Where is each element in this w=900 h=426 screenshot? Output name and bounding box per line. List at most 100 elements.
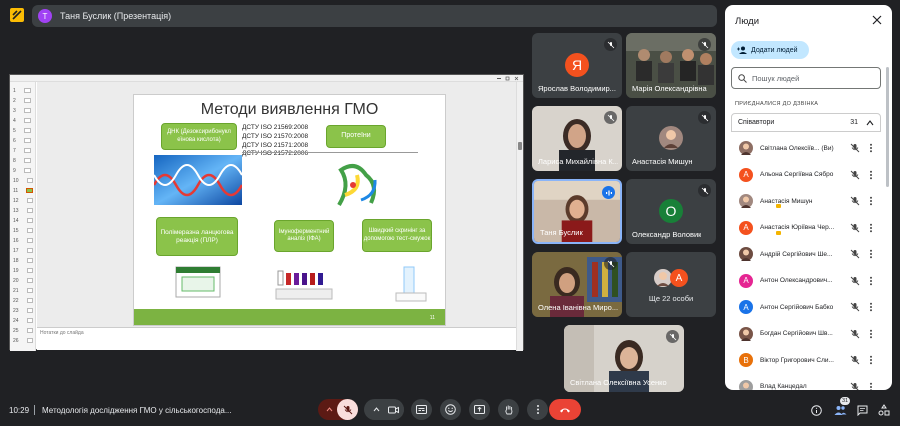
close-icon[interactable] (872, 15, 882, 25)
participant-row[interactable]: А Анастасія Юріївна Чер... (731, 216, 881, 240)
slide-thumbnail[interactable]: 8 (13, 156, 33, 165)
slide-thumbnail[interactable]: 4 (13, 116, 33, 125)
participant-tile-2[interactable]: Марія Олександрівна (626, 33, 716, 98)
slide-thumbnail-preview (23, 88, 31, 93)
captions-button[interactable] (411, 399, 432, 420)
panel-scrollbar[interactable] (886, 67, 889, 187)
more-participants-tile[interactable]: А Ще 22 особи (626, 252, 716, 317)
search-placeholder: Пошук людей (752, 73, 800, 83)
more-vertical-icon[interactable] (866, 302, 876, 312)
slide-divider (242, 152, 418, 153)
participant-row[interactable]: Богдан Сергійович Шв... (731, 322, 881, 346)
slide-thumbnail[interactable]: 25 (13, 326, 33, 335)
participant-row[interactable]: Влад Канцедал (731, 375, 881, 391)
participant-name: Анастасія Мишун (760, 197, 813, 205)
participant-avatar: А (739, 300, 753, 314)
clock: 10:29 (9, 406, 30, 415)
more-vertical-icon[interactable] (866, 382, 876, 391)
slide-thumbnail-preview (26, 308, 33, 313)
slide-thumbnail[interactable]: 26 (13, 336, 33, 345)
participant-row[interactable]: Андрій Сергійович Ше... (731, 242, 881, 266)
slide-thumbnail[interactable]: 19 (13, 266, 33, 275)
slide-thumbnail[interactable]: 21 (13, 286, 33, 295)
search-input[interactable]: Пошук людей (731, 67, 881, 89)
more-options-button[interactable] (527, 399, 548, 420)
mic-off-icon (698, 184, 711, 197)
slide-thumbnail-number: 10 (13, 177, 19, 184)
slide-thumbnail[interactable]: 2 (13, 96, 33, 105)
slide-thumbnail[interactable]: 24 (13, 316, 33, 325)
participant-tile-7[interactable]: Олена Іванівна Миро... (532, 252, 622, 317)
participant-name: Богдан Сергійович Шв... (760, 330, 833, 337)
participant-row[interactable]: Світлана Олексіїв... (Ви) (731, 136, 881, 160)
more-vertical-icon[interactable] (866, 329, 876, 339)
more-vertical-icon (536, 405, 539, 414)
slide-thumbnail-preview (26, 258, 33, 263)
slide-thumbnail[interactable]: 7 (13, 146, 33, 155)
participant-tile-3[interactable]: Лариса Михайлівна К... (532, 106, 622, 171)
slide-thumbnail[interactable]: 1 (13, 86, 33, 95)
more-vertical-icon[interactable] (866, 355, 876, 365)
microphone-button[interactable] (337, 399, 358, 420)
participant-tile-5[interactable]: Таня Буслик (532, 179, 622, 244)
participant-name: Влад Канцедал (760, 383, 807, 390)
slide-thumbnail[interactable]: 6 (13, 136, 33, 145)
slide-thumbnail[interactable]: 15 (13, 226, 33, 235)
reactions-button[interactable] (440, 399, 461, 420)
people-button[interactable] (833, 403, 847, 417)
contributors-group-header[interactable]: Співавтори 31 (731, 113, 881, 132)
more-vertical-icon[interactable] (866, 223, 876, 233)
participant-row[interactable]: А Антон Сергійович Бабко (731, 295, 881, 319)
slide-thumbnail[interactable]: 13 (13, 206, 33, 215)
slide-thumbnail[interactable]: 14 (13, 216, 33, 225)
more-vertical-icon[interactable] (866, 143, 876, 153)
slide-thumbnail[interactable]: 5 (13, 126, 33, 135)
more-vertical-icon[interactable] (866, 170, 876, 180)
more-vertical-icon[interactable] (866, 196, 876, 206)
pcr-box: Полімеразна ланцюгова реакція (ПЛР) (156, 217, 238, 256)
participant-tile-6[interactable]: О Олександр Воловик (626, 179, 716, 244)
participant-name: Альона Сергіївна Сябро (760, 171, 834, 178)
slide-thumbnail[interactable]: 10 (13, 176, 33, 185)
add-people-button[interactable]: Додати людей (731, 41, 809, 59)
participant-row[interactable]: Анастасія Мишун (731, 189, 881, 213)
slide-thumbnail[interactable]: 9 (13, 166, 33, 175)
participant-name: Таня Буслик (540, 228, 583, 237)
slide-thumbnail[interactable]: 3 (13, 106, 33, 115)
participant-tile-4[interactable]: Анастасія Мишун (626, 106, 716, 171)
participant-row[interactable]: А Антон Олександрович... (731, 269, 881, 293)
slide-thumbnails: 1 2 3 4 5 6 7 8 9 10 11 12 13 14 15 16 17 18 19 20 21 22 23 24 2… (10, 82, 36, 351)
participant-tile-1[interactable]: Я Ярослав Володимир... (532, 33, 622, 98)
slide-thumbnail[interactable]: 16 (13, 236, 33, 245)
chat-icon (857, 405, 867, 416)
participant-row[interactable]: В Віктор Григорович Сли... (731, 348, 881, 372)
slide-thumbnail[interactable]: 20 (13, 276, 33, 285)
self-view-tile[interactable]: Світлана Олексіївна Усенко (564, 325, 684, 392)
slide-thumbnail[interactable]: 23 (13, 306, 33, 315)
more-vertical-icon[interactable] (866, 249, 876, 259)
host-badge (776, 204, 781, 208)
activities-button[interactable] (877, 403, 891, 417)
slide-thumbnail[interactable]: 11 (13, 186, 33, 195)
slide-thumbnail[interactable]: 18 (13, 256, 33, 265)
present-button[interactable] (469, 399, 490, 420)
leave-call-button[interactable] (549, 399, 581, 420)
more-vertical-icon[interactable] (866, 276, 876, 286)
participant-row[interactable]: А Альона Сергіївна Сябро (731, 163, 881, 187)
camera-button[interactable] (383, 399, 404, 420)
participant-name: Анастасія Мишун (632, 157, 693, 166)
presenter-chip[interactable]: Т Таня Буслик (Презентація) (32, 5, 717, 27)
meeting-info-button[interactable] (809, 403, 823, 417)
panel-title: Люди (735, 16, 760, 27)
slide-thumbnail-preview (26, 328, 33, 333)
mic-off-icon (850, 276, 860, 285)
chat-button[interactable] (855, 403, 869, 417)
slide-thumbnail[interactable]: 22 (13, 296, 33, 305)
slide-thumbnail[interactable]: 12 (13, 196, 33, 205)
raise-hand-button[interactable] (498, 399, 519, 420)
participant-name: Олександр Воловик (632, 230, 702, 239)
mic-off-icon (604, 38, 617, 51)
slide-thumbnail[interactable]: 17 (13, 246, 33, 255)
standard-1: ДСТУ ISO 21569:2008 (242, 124, 309, 131)
present-screen-icon (474, 405, 485, 414)
